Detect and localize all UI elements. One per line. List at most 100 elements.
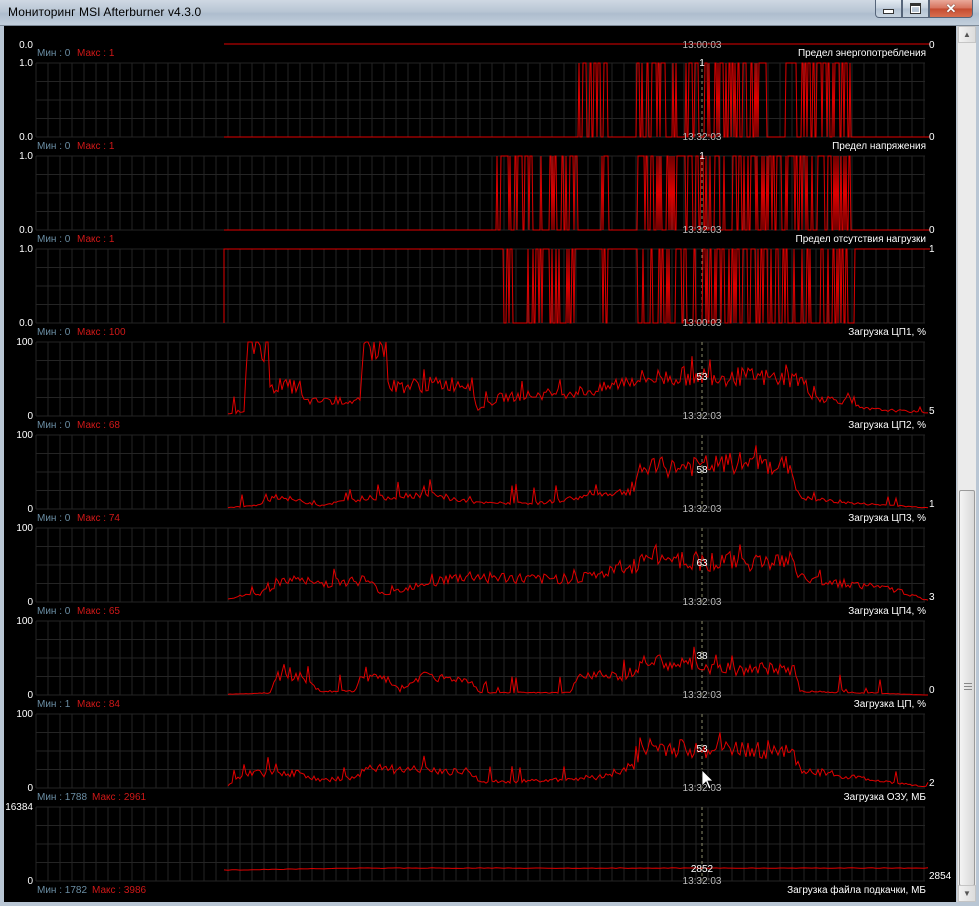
max-label: Макс : 1 [77, 141, 115, 152]
ymin-label: 0 [27, 504, 33, 515]
time-label: 13:32:03 [683, 504, 722, 515]
ymax-label: 100 [16, 430, 33, 441]
min-label: Мин : 0 [37, 606, 71, 617]
grid [35, 248, 925, 324]
series-line [227, 445, 929, 509]
close-icon: ✕ [945, 1, 957, 16]
chevron-up-icon: ▲ [963, 30, 971, 39]
ymax-label: 100 [16, 709, 33, 720]
ymin-label: 0 [27, 876, 33, 887]
series-line [227, 543, 929, 601]
current-value: 0 [929, 132, 935, 143]
cursor-value: 2852 [691, 864, 714, 875]
chart-panel-cpu: Мин : 1 Макс : 84 Загрузка ЦП, %10005313:3… [16, 699, 935, 794]
chart-panel-cpu3: Мин : 0 Макс : 74 Загрузка ЦП3, % 100 0 63 13:… [16, 513, 935, 608]
series-line [227, 732, 929, 787]
series-line [228, 340, 928, 415]
chart-panel-power: Мин : 0 Макс : 1 Предел энергопотребления 1… [19, 47, 935, 143]
min-label: Мин : 0 [37, 141, 71, 152]
current-value: 0 [929, 685, 935, 696]
ymin-label: 0.0 [19, 318, 33, 329]
grid [35, 806, 925, 882]
grid [35, 155, 925, 231]
ymax-label: 1.0 [19, 151, 33, 162]
ymax-label: 1.0 [19, 244, 33, 255]
close-button[interactable]: ✕ [929, 0, 973, 18]
series-name: Загрузка ЦП1, % [848, 327, 926, 338]
vertical-scrollbar[interactable]: ▲ ▼ [957, 26, 976, 902]
scroll-up-button[interactable]: ▲ [958, 26, 976, 43]
min-label: Мин : 1782 [37, 885, 87, 896]
series-name: Загрузка ЦП3, % [848, 513, 926, 524]
series-name: Загрузка ОЗУ, МБ [844, 792, 927, 803]
chart-panel-cpu1: Мин : 0 Макс : 100 Загрузка ЦП1, % 100 0 53 13… [16, 327, 935, 422]
current-value: 1 [929, 499, 935, 510]
cursor-value: 53 [696, 372, 708, 383]
time-label: 13:32:03 [683, 690, 722, 701]
grid [35, 62, 925, 138]
maximize-button[interactable] [902, 0, 929, 18]
series-name: Загрузка ЦП4, % [848, 606, 926, 617]
ymin-label: 0 [27, 690, 33, 701]
minimize-button[interactable] [875, 0, 902, 18]
series-name: Предел напряжения [832, 141, 926, 152]
max-label: Макс : 100 [77, 327, 126, 338]
min-label: Мин : 0 [37, 327, 71, 338]
chart-panel-pagefile: Мин : 1782 Макс : 3986 Загрузка файла подк… [37, 884, 926, 896]
cursor-value: 1 [699, 58, 705, 69]
grip-icon [964, 683, 972, 690]
chevron-down-icon: ▼ [963, 889, 971, 898]
ymin-label: 0 [27, 783, 33, 794]
max-label: Макс : 74 [77, 513, 120, 524]
max-label: Макс : 3986 [92, 885, 147, 896]
ymin-label: 0 [27, 411, 33, 422]
series-name: Предел отсутствия нагрузки [796, 234, 926, 245]
current-value: 2854 [929, 871, 952, 882]
ymin-label: 0.0 [19, 132, 33, 143]
max-label: Макс : 1 [77, 48, 115, 59]
current-value-top: 0 [929, 40, 935, 51]
ymax-label: 100 [16, 523, 33, 534]
ymin-label: 0 [27, 597, 33, 608]
scroll-down-button[interactable]: ▼ [958, 885, 976, 902]
max-label: Макс : 65 [77, 606, 120, 617]
time-label: 13:32:03 [683, 597, 722, 608]
grid [35, 527, 925, 603]
time-label: 13:32:03 [683, 225, 722, 236]
ymax-label: 100 [16, 337, 33, 348]
ymin-label: 0.0 [19, 225, 33, 236]
chart-panel-voltage: Мин : 0 Макс : 1 Предел напряжения 1.0 0.0 1 1… [19, 141, 935, 236]
current-value: 3 [929, 592, 935, 603]
ymax-label: 100 [16, 616, 33, 627]
min-label: Мин : 0 [37, 513, 71, 524]
cursor-value: 63 [696, 558, 708, 569]
current-value: 2 [929, 778, 935, 789]
chart-panel-cpu4: Мин : 0 Макс : 65 Загрузка ЦП4, % 100 0 38 13:… [16, 606, 935, 701]
minimize-icon [883, 9, 894, 14]
current-value: 0 [929, 225, 935, 236]
time-label: 13:32:03 [683, 411, 722, 422]
cursor-value: 1 [699, 151, 705, 162]
time-label: 13:32:03 [683, 876, 722, 887]
series-name: Загрузка ЦП2, % [848, 420, 926, 431]
chart-panel-cpu2: Мин : 0 Макс : 68 Загрузка ЦП2, % 100 0 58 13:… [16, 420, 935, 515]
scroll-thumb[interactable] [959, 490, 975, 886]
time-label: 13:00:03 [683, 318, 722, 329]
series-line [227, 646, 928, 696]
window-titlebar: Мониторинг MSI Afterburner v4.3.0 ✕ [0, 0, 979, 26]
ymax-label: 16384 [5, 802, 33, 813]
window-frame: 0.0 13:00:03 0 Мин : 0 Макс : 1 Предел энерго… [0, 26, 979, 906]
chart-panel-ram: Мин : 1788 Макс : 2961 Загрузка ОЗУ, МБ 163… [5, 792, 951, 887]
graphs-canvas: 0.0 13:00:03 0 Мин : 0 Макс : 1 Предел энерго… [5, 40, 951, 896]
series-name: Загрузка ЦП, % [854, 699, 926, 710]
monitoring-graphs[interactable]: 0.0 13:00:03 0 Мин : 0 Макс : 1 Предел энерго… [4, 26, 956, 902]
time-label-top: 13:00:03 [683, 40, 722, 51]
min-label: Мин : 0 [37, 420, 71, 431]
max-label: Макс : 68 [77, 420, 120, 431]
min-label: Мин : 0 [37, 234, 71, 245]
window-controls: ✕ [875, 0, 973, 19]
current-value: 5 [929, 406, 935, 417]
min-label: Мин : 0 [37, 48, 71, 59]
cursor-value: 58 [696, 465, 708, 476]
min-label: Мин : 1788 [37, 792, 87, 803]
